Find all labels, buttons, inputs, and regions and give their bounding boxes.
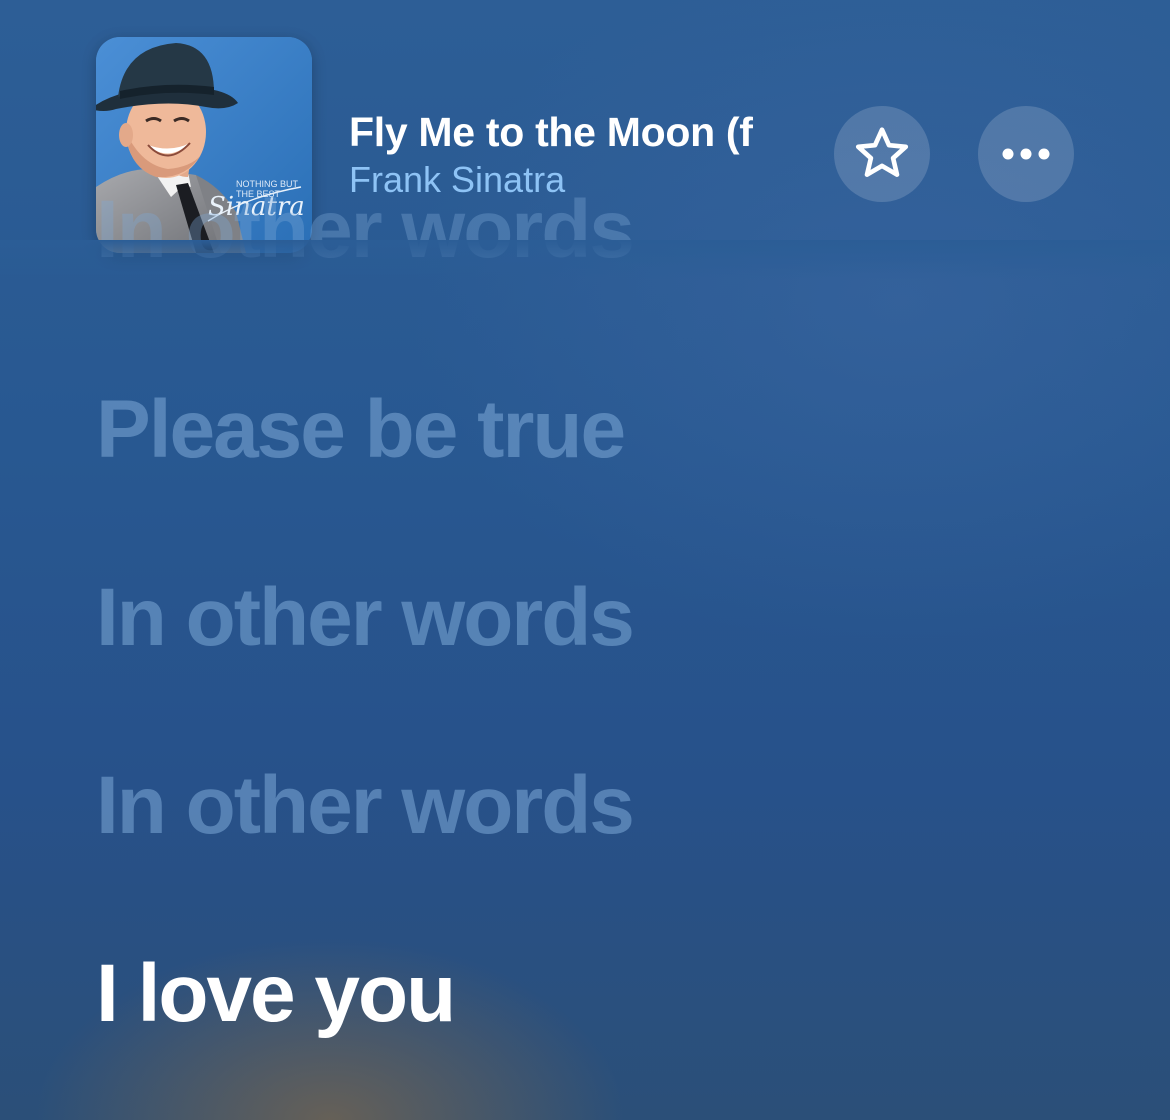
lyric-line[interactable]: In other words [96, 758, 635, 854]
lyrics-top-fade [0, 240, 1170, 280]
ellipsis-icon [1002, 148, 1050, 160]
lyric-line-current[interactable]: I love you [96, 946, 456, 1042]
lyric-line[interactable]: In other words [96, 570, 635, 666]
song-title-container[interactable]: Fly Me to the Moon (f [349, 106, 821, 162]
song-title[interactable]: Fly Me to the Moon (f [349, 106, 821, 158]
more-options-button[interactable] [978, 106, 1074, 202]
favorite-button[interactable] [834, 106, 930, 202]
lyric-line[interactable]: Please be true [96, 382, 626, 478]
star-outline-icon [855, 127, 909, 177]
